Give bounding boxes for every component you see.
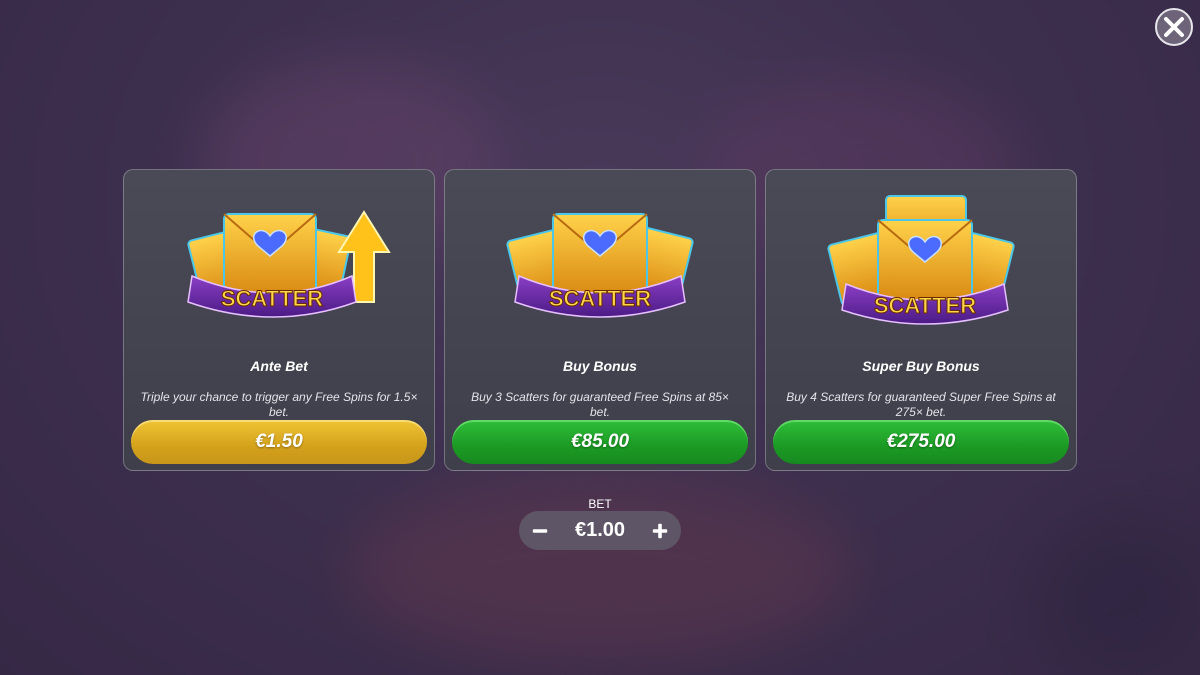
close-icon — [1164, 17, 1184, 37]
card-description: Buy 4 Scatters for guaranteed Super Free… — [786, 390, 1056, 419]
buy-bonus-card: SCATTER Buy Bonus Buy 3 Scatters for gua… — [444, 169, 756, 471]
card-title: Buy Bonus — [563, 358, 637, 374]
bet-label: BET — [588, 497, 612, 511]
super-buy-bonus-card: SCATTER Super Buy Bonus Buy 4 Scatters f… — [765, 169, 1077, 471]
scatter-four-envelopes-icon: SCATTER — [806, 192, 1036, 342]
bonus-options: SCATTER Ante Bet Triple your chance to t… — [123, 169, 1077, 471]
bet-value: €1.00 — [574, 519, 626, 541]
super-buy-bonus-button[interactable]: €275.00 — [773, 420, 1069, 464]
decrease-bet-button[interactable] — [529, 520, 551, 542]
card-title: Ante Bet — [250, 358, 308, 374]
scatter-three-envelopes-icon: SCATTER — [485, 192, 715, 342]
card-title: Super Buy Bonus — [862, 358, 980, 374]
card-description: Triple your chance to trigger any Free S… — [140, 390, 418, 419]
buy-bonus-button[interactable]: €85.00 — [452, 420, 748, 464]
plus-icon — [652, 523, 668, 538]
scatter-envelopes-with-arrow-icon: SCATTER — [164, 192, 394, 342]
card-description: Buy 3 Scatters for guaranteed Free Spins… — [471, 390, 729, 419]
scatter-label: SCATTER — [549, 286, 651, 311]
scatter-label: SCATTER — [221, 286, 323, 311]
close-button[interactable] — [1155, 8, 1193, 46]
minus-icon — [532, 528, 548, 533]
ante-bet-buy-button[interactable]: €1.50 — [131, 420, 427, 464]
bet-stepper: €1.00 — [519, 511, 681, 550]
ante-bet-card: SCATTER Ante Bet Triple your chance to t… — [123, 169, 435, 471]
increase-bet-button[interactable] — [649, 520, 671, 542]
scatter-label: SCATTER — [874, 293, 976, 318]
